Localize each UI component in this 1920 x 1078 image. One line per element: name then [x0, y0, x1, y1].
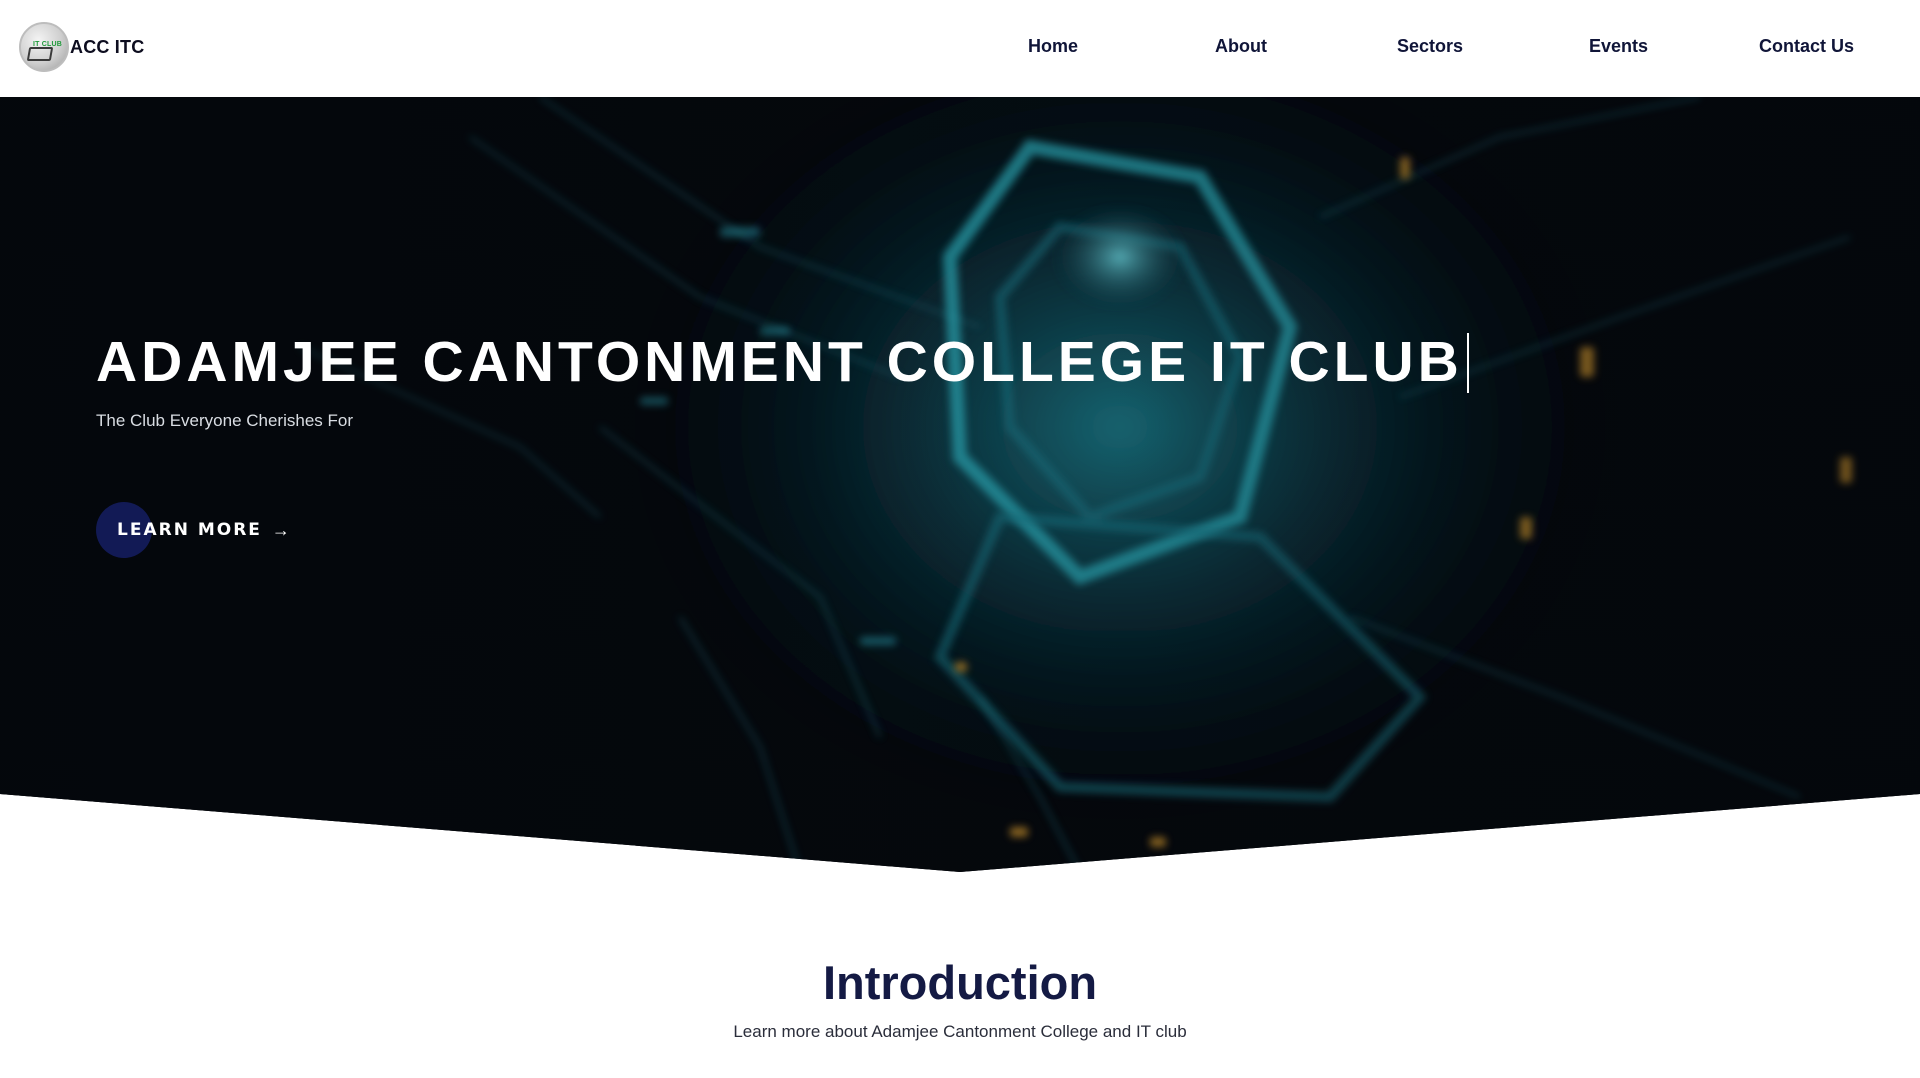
- nav-item-contact: Contact Us: [1759, 36, 1854, 57]
- hero-title-text: ADAMJEE CANTONMENT COLLEGE IT CLUB: [96, 330, 1463, 394]
- hero-section: ADAMJEE CANTONMENT COLLEGE IT CLUB The C…: [0, 97, 1920, 872]
- nav-link-sectors[interactable]: Sectors: [1397, 36, 1463, 56]
- learn-more-label: LEARN MORE: [117, 520, 262, 540]
- nav-link-home[interactable]: Home: [1028, 36, 1078, 56]
- hero-overlay: [0, 97, 1920, 872]
- learn-more-button[interactable]: LEARN MORE →: [96, 502, 290, 558]
- nav-link-contact[interactable]: Contact Us: [1759, 36, 1854, 56]
- navbar: IT CLUB ACC ITC Home About Sectors Event…: [0, 0, 1920, 97]
- typing-cursor: [1466, 333, 1469, 393]
- nav-item-about: About: [1215, 36, 1267, 57]
- nav-item-events: Events: [1589, 36, 1648, 57]
- hero-subtitle: The Club Everyone Cherishes For: [96, 411, 354, 430]
- introduction-heading: Introduction: [822, 956, 1098, 1009]
- nav-item-sectors: Sectors: [1397, 36, 1463, 57]
- hero-title: ADAMJEE CANTONMENT COLLEGE IT CLUB: [96, 329, 1469, 395]
- nav-item-home: Home: [1028, 36, 1078, 57]
- nav-link-events[interactable]: Events: [1589, 36, 1648, 56]
- nav-link-about[interactable]: About: [1215, 36, 1267, 56]
- introduction-subtitle: Learn more about Adamjee Cantonment Coll…: [733, 1022, 1187, 1041]
- nav-menu: Home About Sectors Events Contact Us: [0, 0, 1920, 97]
- arrow-right-icon: →: [271, 519, 290, 540]
